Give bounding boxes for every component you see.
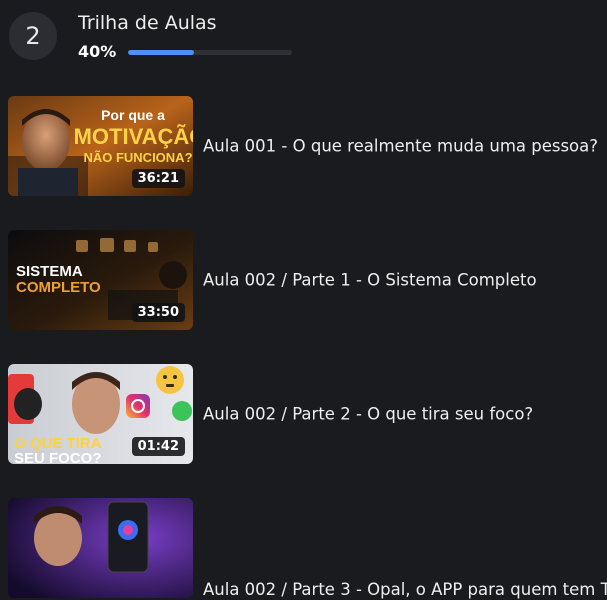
track-header: 2 Trilha de Aulas 40% — [0, 0, 607, 80]
track-title: Trilha de Aulas — [78, 12, 217, 34]
lesson-item[interactable]: Aula 002 / Parte 3 - Opal, o APP para qu… — [0, 498, 607, 600]
lesson-title[interactable]: Aula 001 - O que realmente muda uma pess… — [203, 137, 598, 156]
thumb-text-line: COMPLETO — [16, 279, 101, 296]
lesson-thumbnail[interactable]: SISTEMA COMPLETO 33:50 — [8, 230, 193, 330]
progress-percent: 40% — [78, 42, 117, 61]
lesson-title[interactable]: Aula 002 / Parte 3 - Opal, o APP para qu… — [203, 580, 607, 600]
lesson-thumbnail[interactable] — [8, 498, 193, 598]
thumb-text-line: SEU FOCO? — [14, 450, 102, 464]
lesson-item[interactable]: O QUE TIRA SEU FOCO? 01:42 Aula 002 / Pa… — [0, 364, 607, 464]
lesson-thumbnail[interactable]: O QUE TIRA SEU FOCO? 01:42 — [8, 364, 193, 464]
duration-badge: 01:42 — [131, 437, 185, 456]
section-number-badge: 2 — [9, 12, 57, 60]
duration-badge: 36:21 — [131, 169, 185, 188]
duration-badge: 33:50 — [131, 303, 185, 322]
thumb-text-line: SISTEMA — [16, 263, 83, 280]
lesson-title[interactable]: Aula 002 / Parte 2 - O que tira seu foco… — [203, 405, 533, 424]
lesson-thumbnail[interactable]: Por que a MOTIVAÇÃO NÃO FUNCIONA? 36:21 — [8, 96, 193, 196]
thumb-text-line: NÃO FUNCIONA? — [83, 150, 192, 165]
lesson-item[interactable]: SISTEMA COMPLETO 33:50 Aula 002 / Parte … — [0, 230, 607, 330]
thumb-text-line: MOTIVAÇÃO — [74, 124, 193, 149]
thumbnail-image — [8, 498, 193, 598]
progress-bar-fill — [128, 50, 194, 55]
lesson-item[interactable]: Por que a MOTIVAÇÃO NÃO FUNCIONA? 36:21 … — [0, 96, 607, 196]
lesson-title[interactable]: Aula 002 / Parte 1 - O Sistema Completo — [203, 271, 537, 290]
progress-bar — [128, 50, 292, 55]
thumb-text-line: Por que a — [101, 107, 165, 123]
